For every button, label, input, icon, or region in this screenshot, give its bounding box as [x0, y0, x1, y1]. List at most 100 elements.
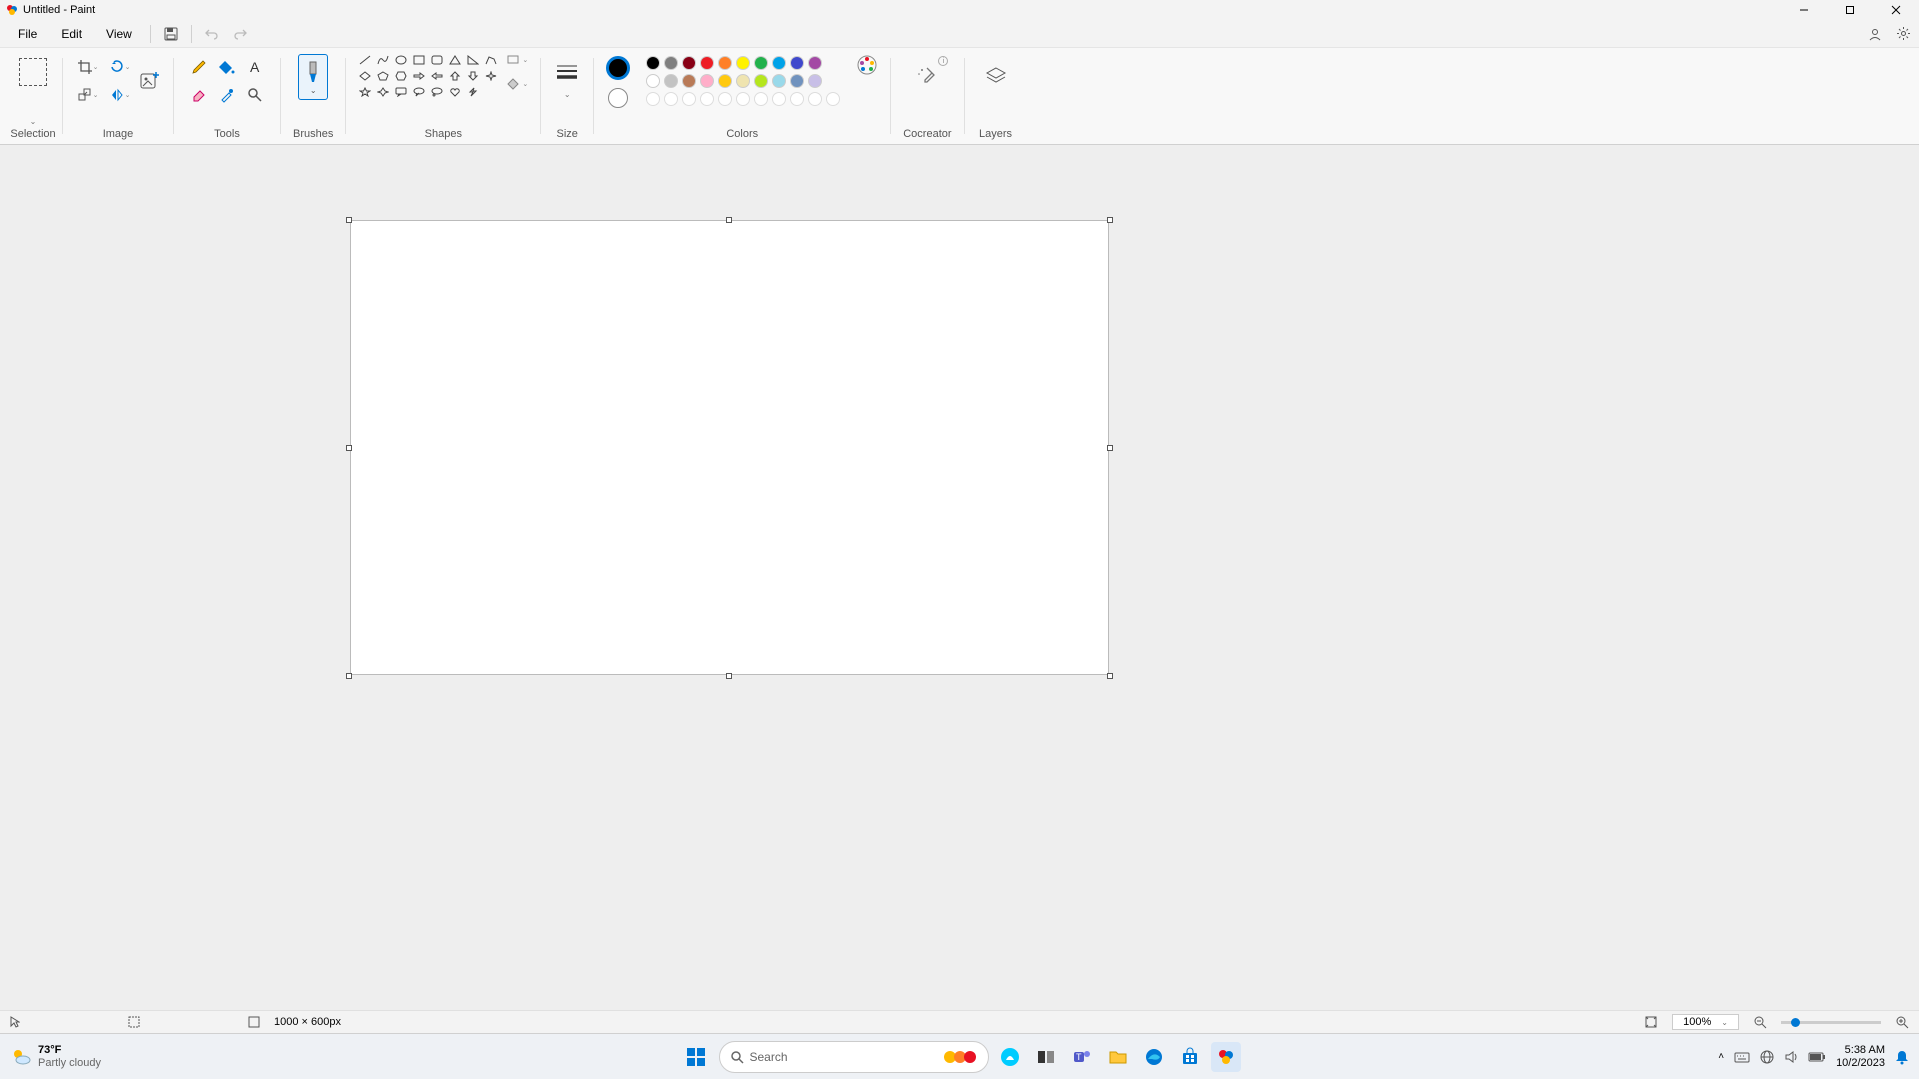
notifications-icon[interactable] — [1895, 1049, 1909, 1065]
view-menu[interactable]: View — [94, 23, 144, 45]
color-1[interactable] — [606, 56, 630, 80]
shape-callout-rect[interactable] — [394, 86, 408, 98]
taskbar-store[interactable] — [1175, 1042, 1205, 1072]
eraser-tool[interactable] — [186, 82, 212, 108]
shape-polygon[interactable] — [484, 54, 498, 66]
select-tool[interactable] — [19, 58, 47, 86]
color-swatch[interactable] — [790, 56, 804, 70]
maximize-button[interactable] — [1827, 0, 1873, 20]
redo-button[interactable] — [226, 22, 254, 46]
color-swatch[interactable] — [772, 56, 786, 70]
cocreator-button[interactable]: i — [908, 58, 946, 96]
color-swatch[interactable] — [664, 56, 678, 70]
undo-button[interactable] — [198, 22, 226, 46]
layers-button[interactable] — [977, 58, 1015, 96]
flip-tool[interactable]: ⌄ — [107, 82, 133, 108]
shape-callout-cloud[interactable] — [430, 86, 444, 98]
color-swatch-empty[interactable] — [682, 92, 696, 106]
color-swatch[interactable] — [808, 74, 822, 88]
resize-tool[interactable]: ⌄ — [75, 82, 101, 108]
edit-menu[interactable]: Edit — [49, 23, 94, 45]
shape-diamond[interactable] — [358, 70, 372, 82]
minimize-button[interactable] — [1781, 0, 1827, 20]
save-button[interactable] — [157, 22, 185, 46]
shape-arrow-up[interactable] — [448, 70, 462, 82]
color-swatch[interactable] — [772, 74, 786, 88]
tray-volume-icon[interactable] — [1784, 1050, 1798, 1064]
shape-roundrect[interactable] — [430, 54, 444, 66]
zoom-slider[interactable] — [1781, 1021, 1881, 1024]
color-swatch[interactable] — [646, 74, 660, 88]
color-swatch[interactable] — [700, 74, 714, 88]
weather-widget[interactable]: 73°F Partly cloudy — [10, 1044, 101, 1068]
close-button[interactable] — [1873, 0, 1919, 20]
resize-handle-e[interactable] — [1107, 445, 1113, 451]
edit-colors-button[interactable] — [856, 54, 878, 76]
color-swatch-empty[interactable] — [826, 92, 840, 106]
color-swatch[interactable] — [718, 74, 732, 88]
pencil-tool[interactable] — [186, 54, 212, 80]
color-swatch[interactable] — [790, 74, 804, 88]
color-swatch-empty[interactable] — [772, 92, 786, 106]
color-swatch-empty[interactable] — [646, 92, 660, 106]
zoom-in-button[interactable] — [1895, 1015, 1909, 1029]
shape-pentagon[interactable] — [376, 70, 390, 82]
shape-arrow-left[interactable] — [430, 70, 444, 82]
color-swatch[interactable] — [736, 56, 750, 70]
color-swatch[interactable] — [664, 74, 678, 88]
shape-oval[interactable] — [394, 54, 408, 66]
brush-tool[interactable]: ⌄ — [298, 54, 328, 100]
shape-right-triangle[interactable] — [466, 54, 480, 66]
zoom-out-button[interactable] — [1753, 1015, 1767, 1029]
color-swatch[interactable] — [718, 56, 732, 70]
resize-handle-n[interactable] — [726, 217, 732, 223]
brush-dropdown-icon[interactable]: ⌄ — [310, 86, 317, 95]
color-swatch[interactable] — [682, 74, 696, 88]
shape-hexagon[interactable] — [394, 70, 408, 82]
text-tool[interactable]: A — [242, 54, 268, 80]
shape-5star[interactable] — [358, 86, 372, 98]
zoom-combo[interactable]: 100%⌄ — [1672, 1014, 1739, 1030]
shape-callout-oval[interactable] — [412, 86, 426, 98]
color-swatch-empty[interactable] — [754, 92, 768, 106]
taskbar-taskview[interactable] — [1031, 1042, 1061, 1072]
shape-fill-dropdown[interactable]: ⌄ — [507, 78, 528, 90]
image-extra-tool[interactable] — [139, 54, 161, 108]
resize-handle-w[interactable] — [346, 445, 352, 451]
taskbar-clock[interactable]: 5:38 AM 10/2/2023 — [1836, 1044, 1885, 1068]
color-swatch[interactable] — [808, 56, 822, 70]
color-swatch[interactable] — [682, 56, 696, 70]
file-menu[interactable]: File — [6, 23, 49, 45]
eyedropper-tool[interactable] — [214, 82, 240, 108]
color-swatch-empty[interactable] — [736, 92, 750, 106]
size-dropdown[interactable] — [553, 58, 581, 86]
tray-battery-icon[interactable] — [1808, 1052, 1826, 1062]
tray-keyboard-icon[interactable] — [1734, 1051, 1750, 1063]
shape-line[interactable] — [358, 54, 372, 66]
color-swatch[interactable] — [736, 74, 750, 88]
color-swatch-empty[interactable] — [790, 92, 804, 106]
taskbar-explorer[interactable] — [1103, 1042, 1133, 1072]
resize-handle-se[interactable] — [1107, 673, 1113, 679]
shape-4star[interactable] — [484, 70, 498, 82]
shape-arrow-down[interactable] — [466, 70, 480, 82]
resize-handle-nw[interactable] — [346, 217, 352, 223]
shape-6star[interactable] — [376, 86, 390, 98]
color-2[interactable] — [608, 88, 628, 108]
taskbar-search[interactable]: Search — [719, 1041, 989, 1073]
shape-lightning[interactable] — [466, 86, 480, 98]
color-swatch-empty[interactable] — [700, 92, 714, 106]
shape-triangle[interactable] — [448, 54, 462, 66]
shape-heart[interactable] — [448, 86, 462, 98]
rotate-tool[interactable]: ⌄ — [107, 54, 133, 80]
taskbar-copilot[interactable] — [995, 1042, 1025, 1072]
size-dropdown-chevron[interactable]: ⌄ — [564, 90, 571, 99]
fit-to-window-button[interactable] — [1644, 1015, 1658, 1029]
canvas-area[interactable] — [0, 145, 1919, 1010]
color-swatch[interactable] — [754, 74, 768, 88]
tray-chevron-icon[interactable]: ˄ — [1718, 1051, 1724, 1062]
user-icon[interactable] — [1868, 27, 1882, 41]
resize-handle-ne[interactable] — [1107, 217, 1113, 223]
color-swatch-empty[interactable] — [718, 92, 732, 106]
color-swatch[interactable] — [700, 56, 714, 70]
